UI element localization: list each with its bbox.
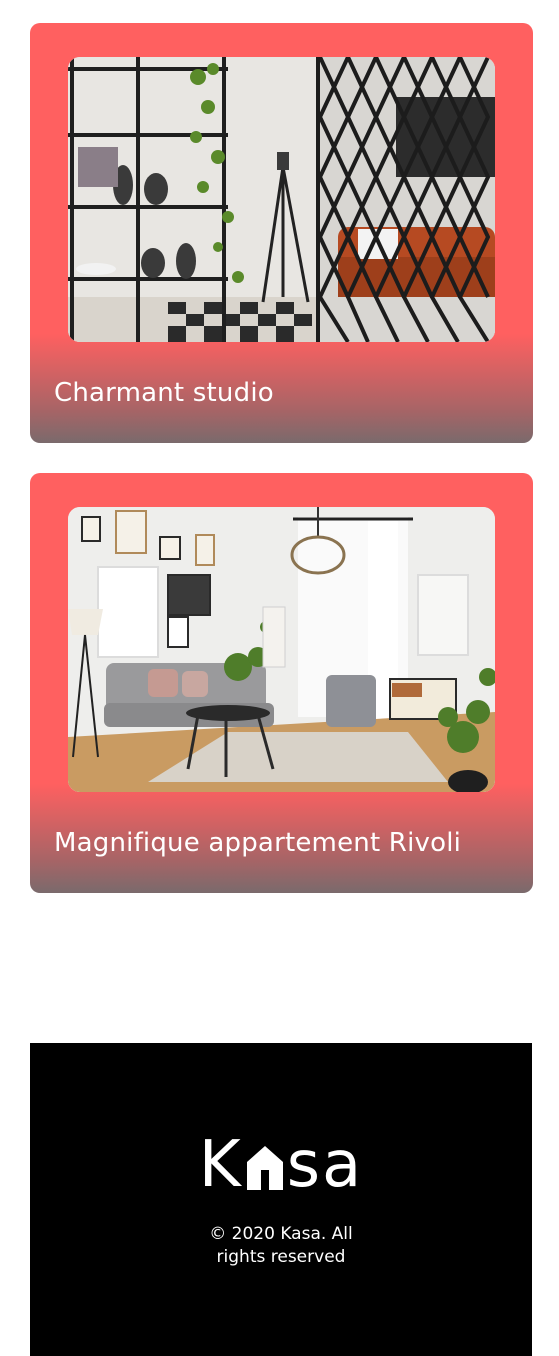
logo-letters-sa: sa [286, 1128, 364, 1202]
copyright-text: © 2020 Kasa. All rights reserved [30, 1223, 532, 1269]
listing-title: Charmant studio [54, 378, 274, 408]
copyright-line-1: © 2020 Kasa. All [209, 1224, 353, 1244]
listing-card[interactable]: Charmant studio [30, 23, 533, 443]
logo-letter-k: K [198, 1128, 243, 1202]
house-icon [245, 1135, 285, 1207]
listing-card[interactable]: Magnifique appartement Rivoli [30, 473, 533, 893]
kasa-logo[interactable]: Ksa [30, 1129, 532, 1207]
copyright-line-2: rights reserved [216, 1247, 346, 1267]
listing-image [68, 57, 495, 342]
footer: Ksa © 2020 Kasa. All rights reserved [30, 1043, 532, 1356]
listing-title: Magnifique appartement Rivoli [54, 828, 462, 858]
listing-image [68, 507, 495, 792]
